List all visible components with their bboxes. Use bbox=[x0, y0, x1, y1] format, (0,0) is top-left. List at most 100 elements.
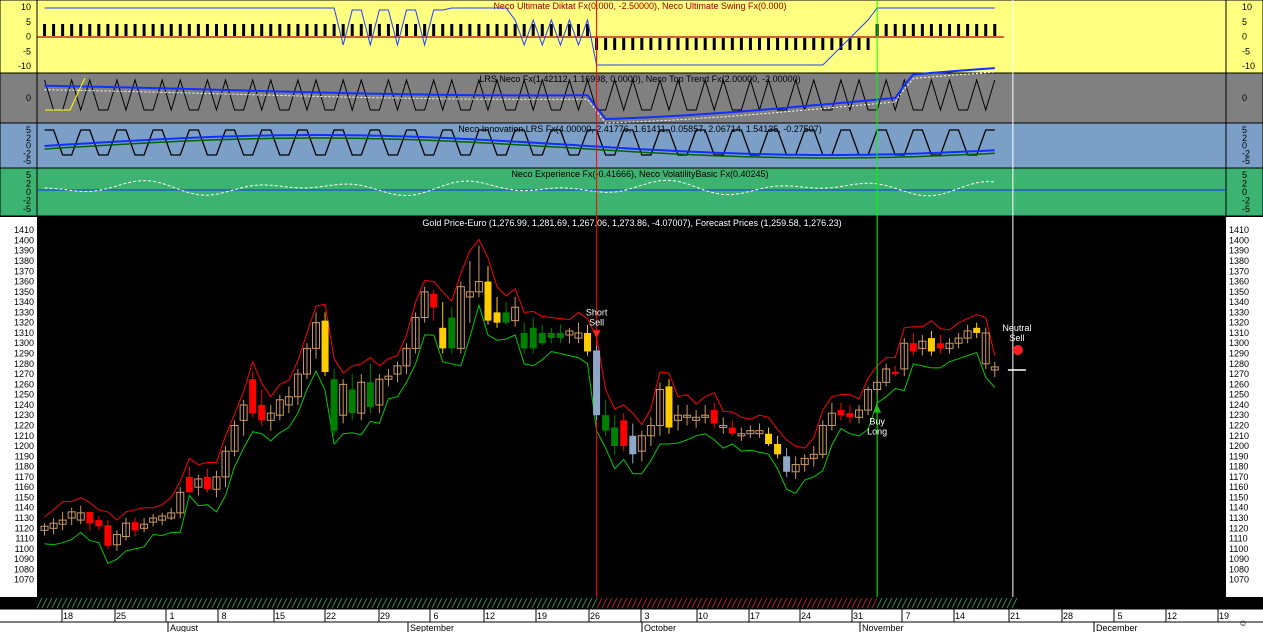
price-ytick-right: 1230 bbox=[1229, 410, 1249, 420]
price-ytick-left: 1210 bbox=[14, 431, 34, 441]
price-ytick-right: 1150 bbox=[1229, 492, 1248, 502]
swing-bar bbox=[812, 38, 816, 50]
swing-bar bbox=[314, 24, 318, 36]
swing-bar bbox=[857, 38, 861, 50]
swing-bar bbox=[52, 24, 56, 36]
swing-bar bbox=[721, 38, 725, 50]
candle-body bbox=[538, 332, 546, 344]
candle-body bbox=[891, 372, 899, 375]
swing-bar bbox=[368, 24, 372, 36]
swing-bar bbox=[866, 38, 870, 50]
candle-body bbox=[321, 320, 329, 373]
panel-title: LRS Neco Fx(1.42112, 1.16998, 0.0000), N… bbox=[479, 74, 800, 84]
price-ytick-left: 1310 bbox=[14, 328, 34, 338]
swing-bar bbox=[613, 38, 617, 50]
price-ytick-left: 1350 bbox=[14, 287, 34, 297]
candle-body bbox=[665, 386, 673, 428]
panel-ytick-left: -5 bbox=[23, 156, 31, 166]
x-day-label: 21 bbox=[1010, 611, 1020, 621]
panel-ytick-left: 10 bbox=[21, 2, 31, 12]
x-day-label: 14 bbox=[955, 611, 965, 621]
price-ytick-right: 1120 bbox=[1229, 523, 1248, 533]
panel-ytick-right: -10 bbox=[1242, 61, 1255, 71]
price-ytick-left: 1240 bbox=[14, 400, 34, 410]
x-day-label: 22 bbox=[326, 611, 336, 621]
panel-ytick-left: 0 bbox=[26, 93, 31, 103]
price-ytick-right: 1340 bbox=[1229, 297, 1249, 307]
x-day-label: 3 bbox=[644, 611, 649, 621]
candle-body bbox=[710, 410, 718, 424]
price-panel bbox=[0, 217, 1263, 597]
price-ytick-right: 1190 bbox=[1229, 451, 1248, 461]
price-ytick-left: 1320 bbox=[14, 318, 34, 328]
swing-bar bbox=[305, 24, 309, 36]
swing-bar bbox=[151, 24, 155, 36]
price-ytick-right: 1300 bbox=[1229, 338, 1249, 348]
price-ytick-right: 1110 bbox=[1229, 534, 1248, 544]
candle-body bbox=[203, 476, 211, 490]
candle-body bbox=[484, 281, 492, 321]
candle-body bbox=[936, 343, 944, 349]
swing-bar bbox=[432, 24, 436, 36]
swing-bar bbox=[631, 38, 635, 50]
candle-body bbox=[593, 350, 601, 416]
trading-chart[interactable]: Neco Ultimate Diktat Fx(0.000, -2.50000)… bbox=[0, 0, 1263, 632]
swing-bar bbox=[667, 38, 671, 50]
swing-bar bbox=[359, 24, 363, 36]
price-ytick-left: 1200 bbox=[14, 441, 34, 451]
price-ytick-left: 1100 bbox=[15, 544, 34, 554]
swing-bar bbox=[214, 24, 218, 36]
swing-bar bbox=[405, 24, 409, 36]
price-ytick-right: 1310 bbox=[1229, 328, 1249, 338]
price-ytick-right: 1360 bbox=[1229, 277, 1249, 287]
swing-bar bbox=[296, 24, 300, 36]
candle-body bbox=[765, 433, 773, 444]
price-ytick-right: 1170 bbox=[1229, 472, 1248, 482]
swing-bar bbox=[341, 24, 345, 36]
candle-body bbox=[439, 327, 447, 349]
price-ytick-right: 1390 bbox=[1229, 246, 1249, 256]
swing-bar bbox=[269, 24, 273, 36]
swing-bar bbox=[540, 24, 544, 36]
swing-bar bbox=[169, 24, 173, 36]
panel-ytick-left: -10 bbox=[18, 61, 31, 71]
swing-bar bbox=[694, 38, 698, 50]
price-ytick-left: 1110 bbox=[15, 534, 34, 544]
swing-bar bbox=[386, 24, 390, 36]
x-day-label: 19 bbox=[537, 611, 547, 621]
price-ytick-left: 1370 bbox=[14, 266, 34, 276]
swing-bar bbox=[233, 24, 237, 36]
price-ytick-right: 1130 bbox=[1229, 513, 1248, 523]
price-ytick-left: 1140 bbox=[15, 503, 34, 513]
x-month-label: October bbox=[644, 623, 676, 632]
swing-bar bbox=[622, 38, 626, 50]
price-ytick-left: 1170 bbox=[15, 472, 34, 482]
swing-bar bbox=[61, 24, 65, 36]
swing-bar bbox=[658, 38, 662, 50]
price-ytick-left: 1300 bbox=[14, 338, 34, 348]
swing-bar bbox=[522, 24, 526, 36]
price-ytick-left: 1270 bbox=[14, 369, 34, 379]
price-ytick-left: 1340 bbox=[14, 297, 34, 307]
candle-body bbox=[584, 332, 592, 352]
candle-body bbox=[95, 520, 103, 527]
swing-bar bbox=[79, 24, 83, 36]
panel-ytick-left: 5 bbox=[26, 17, 31, 27]
price-ytick-left: 1250 bbox=[14, 390, 34, 400]
swing-bar bbox=[957, 24, 961, 36]
price-ytick-right: 1260 bbox=[1229, 379, 1249, 389]
swing-bar bbox=[567, 24, 571, 36]
swing-bar bbox=[712, 38, 716, 50]
swing-bar bbox=[97, 24, 101, 36]
swing-bar bbox=[160, 24, 164, 36]
candle-body bbox=[86, 511, 94, 524]
price-ytick-right: 1290 bbox=[1229, 349, 1249, 359]
x-day-label: 28 bbox=[1063, 611, 1073, 621]
price-ytick-right: 1370 bbox=[1229, 266, 1249, 276]
swing-bar bbox=[739, 38, 743, 50]
candle-body bbox=[611, 427, 619, 447]
panel-ytick-right: -5 bbox=[1242, 46, 1250, 56]
swing-bar bbox=[531, 24, 535, 36]
swing-bar bbox=[242, 24, 246, 36]
swing-bar bbox=[106, 24, 110, 36]
